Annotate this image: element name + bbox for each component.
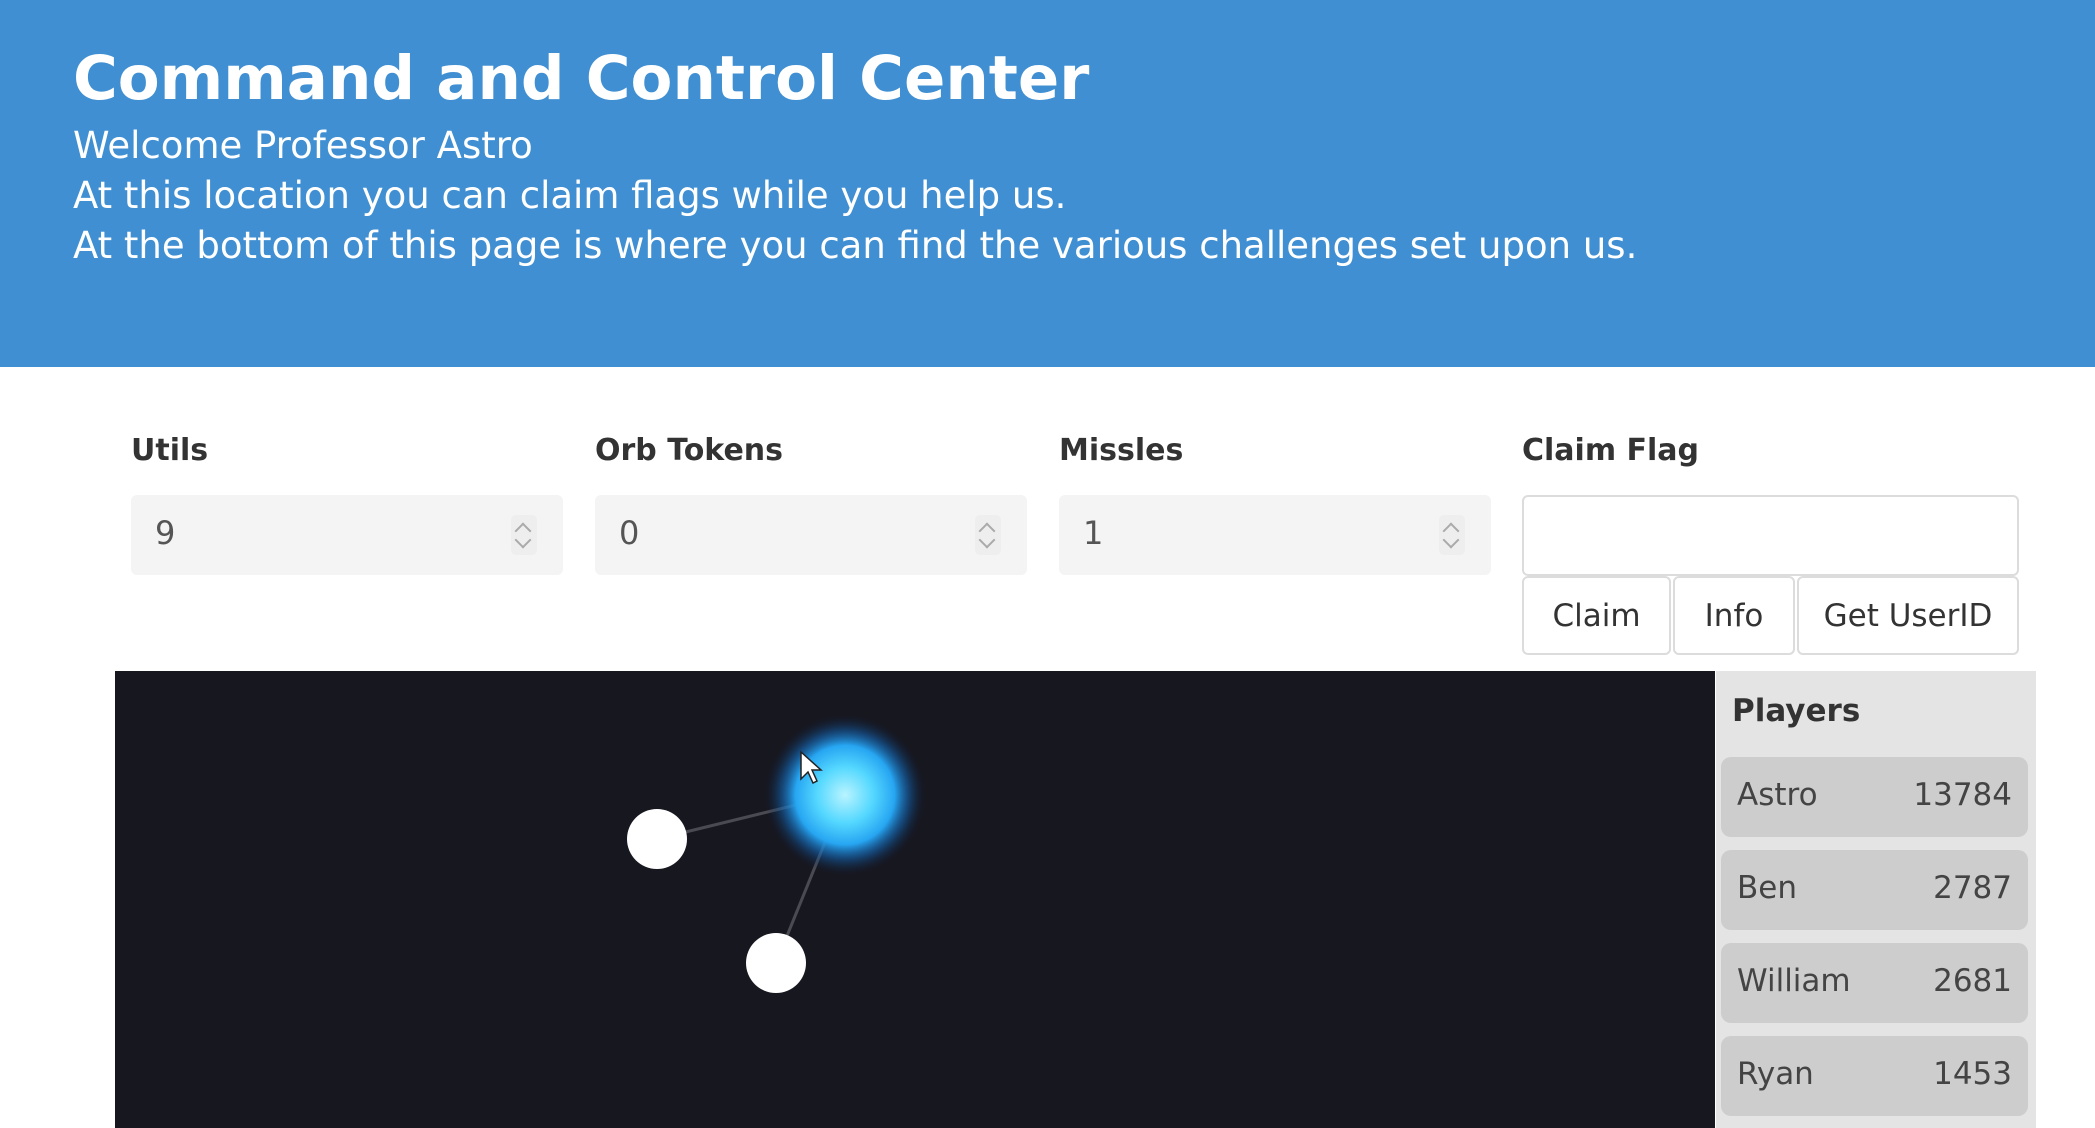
player-name: Ben [1737, 870, 1797, 906]
player-row[interactable]: Astro 13784 [1721, 757, 2028, 837]
welcome-text: Welcome Professor Astro [73, 124, 533, 167]
orb-tokens-label: Orb Tokens [595, 433, 784, 468]
orbit-graph [627, 715, 925, 993]
info-button[interactable]: Info [1673, 576, 1795, 655]
players-title: Players [1732, 693, 1861, 729]
utils-value: 9 [155, 514, 176, 552]
orb-tokens-field[interactable]: 0 [595, 495, 1027, 575]
player-score: 13784 [1913, 777, 2012, 813]
orb-tokens-value: 0 [619, 514, 640, 552]
player-score: 1453 [1933, 1056, 2012, 1092]
missles-value: 1 [1083, 514, 1104, 552]
utils-label: Utils [131, 433, 209, 468]
missles-stepper-icon[interactable] [1439, 515, 1465, 555]
player-row[interactable]: William 2681 [1721, 943, 2028, 1023]
orb-tokens-stepper-icon[interactable] [975, 515, 1001, 555]
player-row[interactable]: Ryan 1453 [1721, 1036, 2028, 1116]
player-name: Astro [1737, 777, 1818, 813]
missles-field[interactable]: 1 [1059, 495, 1491, 575]
orb-node[interactable] [765, 715, 925, 875]
players-panel: Players Astro 13784 Ben 2787 William 268… [1716, 671, 2036, 1128]
get-userid-button[interactable]: Get UserID [1797, 576, 2019, 655]
utils-stepper-icon[interactable] [511, 515, 537, 555]
page-header: Command and Control Center Welcome Profe… [0, 0, 2095, 367]
game-canvas[interactable] [115, 671, 1715, 1128]
planet-node[interactable] [627, 809, 687, 869]
player-row[interactable]: Ben 2787 [1721, 850, 2028, 930]
claim-button[interactable]: Claim [1522, 576, 1671, 655]
player-score: 2787 [1933, 870, 2012, 906]
intro-text-1: At this location you can claim flags whi… [73, 174, 1067, 217]
intro-text-2: At the bottom of this page is where you … [73, 224, 1638, 267]
planet-node[interactable] [746, 933, 806, 993]
utils-field[interactable]: 9 [131, 495, 563, 575]
player-name: William [1737, 963, 1851, 999]
missles-label: Missles [1059, 433, 1184, 468]
page-title: Command and Control Center [73, 43, 1090, 114]
claim-flag-label: Claim Flag [1522, 433, 1700, 468]
player-score: 2681 [1933, 963, 2012, 999]
claim-flag-input[interactable] [1522, 495, 2019, 576]
player-name: Ryan [1737, 1056, 1814, 1092]
